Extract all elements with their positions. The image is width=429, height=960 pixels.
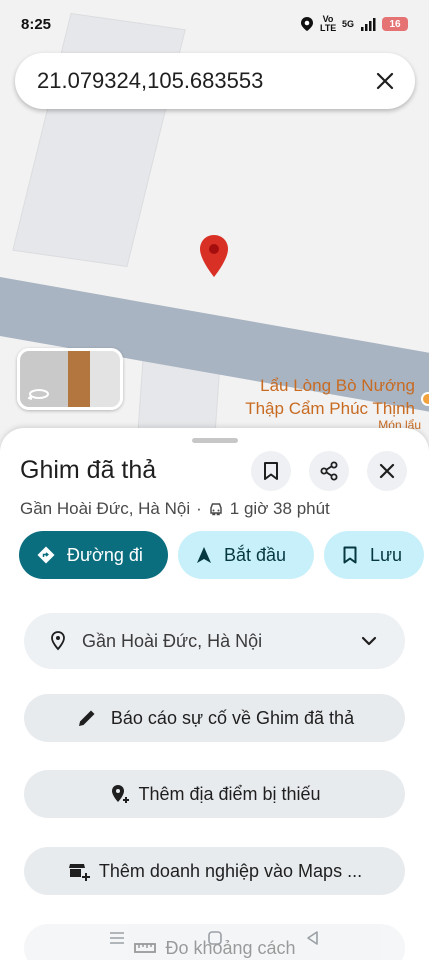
location-row[interactable]: Gần Hoài Đức, Hà Nội bbox=[24, 613, 405, 669]
add-business-icon bbox=[68, 864, 90, 881]
status-time: 8:25 bbox=[21, 15, 52, 33]
bookmark-icon bbox=[264, 462, 278, 480]
rotate-360-icon bbox=[28, 389, 49, 400]
street-view-thumbnail[interactable] bbox=[17, 348, 123, 410]
pencil-icon bbox=[78, 710, 95, 726]
add-business-label: Thêm doanh nghiệp vào Maps ... bbox=[98, 860, 363, 881]
report-issue-label: Báo cáo sự cố về Ghim đã thả bbox=[110, 707, 355, 728]
sheet-drag-handle[interactable] bbox=[192, 438, 238, 443]
location-row-label: Gần Hoài Đức, Hà Nội bbox=[82, 630, 263, 651]
car-icon bbox=[210, 503, 222, 516]
bookmark-icon bbox=[343, 546, 357, 564]
search-bar[interactable]: 21.079324,105.683553 bbox=[15, 53, 415, 109]
clear-search-icon[interactable] bbox=[373, 69, 397, 93]
start-button[interactable]: Bắt đầu bbox=[178, 531, 314, 579]
network-type-label: 5G bbox=[341, 19, 354, 29]
save-label: Lưu bbox=[370, 544, 403, 565]
report-issue-button[interactable]: Báo cáo sự cố về Ghim đã thả bbox=[24, 694, 405, 742]
chevron-down-icon[interactable] bbox=[359, 631, 379, 651]
add-location-icon bbox=[112, 785, 130, 803]
menu-icon[interactable] bbox=[108, 930, 126, 946]
share-icon bbox=[320, 461, 338, 481]
drive-time: 1 giờ 38 phút bbox=[229, 499, 330, 518]
add-business-button[interactable]: Thêm doanh nghiệp vào Maps ... bbox=[24, 847, 405, 895]
status-bar: 8:25 Vo LTE 5G 16 bbox=[0, 0, 429, 48]
close-icon bbox=[379, 463, 395, 479]
add-missing-place-button[interactable]: Thêm địa điểm bị thiếu bbox=[24, 770, 405, 818]
add-missing-place-label: Thêm địa điểm bị thiếu bbox=[138, 783, 321, 804]
home-icon[interactable] bbox=[206, 929, 224, 947]
navigation-arrow-icon bbox=[197, 547, 211, 563]
directions-label: Đường đi bbox=[67, 544, 143, 565]
poi-name-line2: Thập Cẩm Phúc Thịnh bbox=[245, 399, 415, 418]
subtitle-separator: · bbox=[196, 499, 202, 518]
place-title: Ghim đã thả bbox=[20, 456, 157, 484]
bookmark-button[interactable] bbox=[251, 451, 291, 491]
system-navigation-bar bbox=[0, 916, 429, 960]
share-button[interactable] bbox=[309, 451, 349, 491]
battery-indicator: 16 bbox=[382, 17, 408, 31]
back-icon[interactable] bbox=[304, 929, 322, 947]
poi-label[interactable]: Lẩu Lòng Bò Nướng Thập Cẩm Phúc Thịnh bbox=[245, 374, 415, 420]
poi-name-line1: Lẩu Lòng Bò Nướng bbox=[260, 376, 415, 395]
directions-button[interactable]: Đường đi bbox=[19, 531, 168, 579]
search-query[interactable]: 21.079324,105.683553 bbox=[37, 68, 373, 94]
volte-label: Vo LTE bbox=[319, 14, 337, 33]
save-button[interactable]: Lưu bbox=[324, 531, 424, 579]
restaurant-icon[interactable] bbox=[421, 392, 429, 406]
place-subtitle: Gần Hoài Đức, Hà Nội · 1 giờ 38 phút bbox=[20, 499, 330, 519]
directions-icon bbox=[37, 546, 55, 564]
close-button[interactable] bbox=[367, 451, 407, 491]
signal-icon bbox=[361, 18, 376, 31]
place-location: Gần Hoài Đức, Hà Nội bbox=[20, 499, 191, 518]
location-icon bbox=[300, 17, 313, 31]
map-building bbox=[12, 12, 186, 268]
start-label: Bắt đầu bbox=[224, 544, 287, 565]
location-pin-icon bbox=[51, 631, 65, 651]
dropped-pin-icon[interactable] bbox=[199, 234, 229, 278]
place-sheet[interactable]: Ghim đã thả Gần Hoài Đức, Hà Nội · 1 giờ… bbox=[0, 428, 429, 960]
